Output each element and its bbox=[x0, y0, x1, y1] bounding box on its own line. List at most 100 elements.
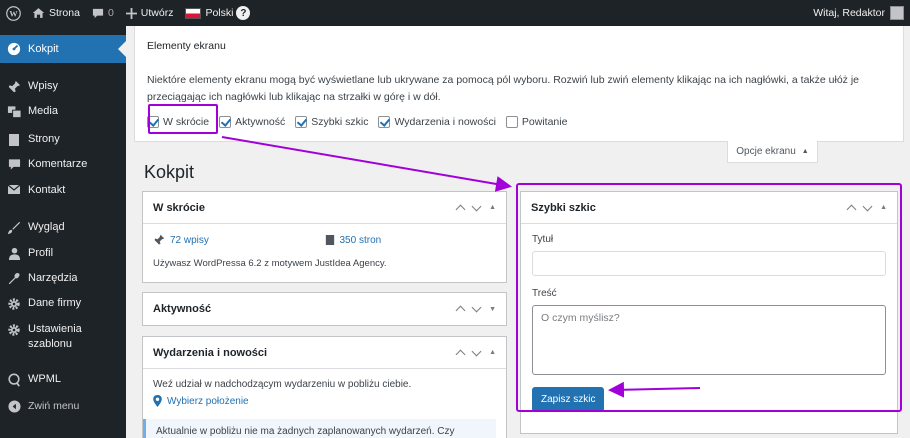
comments-link[interactable]: 0 bbox=[86, 0, 120, 26]
new-content-link[interactable]: Utwórz bbox=[120, 0, 180, 26]
events-note: Aktualnie w pobliżu nie ma żadnych zapla… bbox=[143, 419, 496, 438]
sidebar-item-ustawienia-szablonu[interactable]: Ustawienia szablonu bbox=[0, 322, 126, 352]
admin-bar: W Strona 0 Utwórz Polski ? Witaj, Redakt… bbox=[0, 0, 910, 26]
checkbox-aktywnosc[interactable]: Aktywność bbox=[219, 116, 285, 128]
move-down-icon[interactable] bbox=[471, 346, 482, 356]
screen-options-panel: Elementy ekranu Niektóre elementy ekranu… bbox=[134, 26, 904, 142]
sidebar-item-label: Media bbox=[28, 105, 58, 117]
comment-icon bbox=[0, 157, 28, 171]
sidebar-item-label: Kokpit bbox=[28, 42, 59, 55]
sidebar-item-kontakt[interactable]: Kontakt bbox=[0, 183, 126, 198]
sidebar-item-label: Profil bbox=[28, 247, 54, 259]
wpml-icon bbox=[0, 372, 28, 387]
site-name: Strona bbox=[49, 7, 80, 19]
toggle-panel-icon[interactable]: ▲ bbox=[489, 204, 496, 211]
checkbox-powitanie[interactable]: Powitanie bbox=[505, 116, 568, 128]
pin-icon bbox=[153, 234, 165, 246]
sidebar-item-wpml[interactable]: WPML bbox=[0, 372, 126, 387]
checkbox-box[interactable] bbox=[295, 116, 308, 128]
checkbox-box[interactable] bbox=[147, 116, 159, 128]
sidebar-item-label: Dane firmy bbox=[28, 297, 82, 309]
screen-options-toggle[interactable]: Opcje ekranu ▲ bbox=[727, 141, 818, 163]
sidebar-item-narzedzia[interactable]: Narzędzia bbox=[0, 271, 126, 286]
move-up-icon[interactable] bbox=[846, 204, 857, 214]
content-label: Treść bbox=[532, 288, 557, 299]
toggle-panel-icon[interactable]: ▲ bbox=[880, 204, 887, 211]
avatar bbox=[890, 6, 904, 20]
wrench-icon bbox=[0, 271, 28, 286]
sidebar-item-label: WPML bbox=[28, 373, 61, 385]
media-icon bbox=[0, 104, 28, 119]
widget-header[interactable]: Szybki szkic ▲ bbox=[521, 192, 897, 224]
sidebar-item-label: Narzędzia bbox=[28, 272, 78, 284]
move-down-icon[interactable] bbox=[471, 302, 482, 313]
help-icon[interactable]: ? bbox=[236, 6, 251, 20]
move-down-icon[interactable] bbox=[471, 201, 482, 211]
toggle-panel-icon[interactable]: ▲ bbox=[489, 349, 496, 356]
choose-location-label: Wybierz położenie bbox=[167, 395, 249, 407]
move-up-icon[interactable] bbox=[455, 204, 466, 214]
widget-title: Wydarzenia i nowości bbox=[153, 346, 268, 359]
content-textarea[interactable]: O czym myślisz? bbox=[532, 305, 886, 375]
language-label: Polski bbox=[205, 7, 234, 19]
sidebar-item-komentarze[interactable]: Komentarze bbox=[0, 157, 126, 172]
triangle-up-icon: ▲ bbox=[801, 148, 809, 155]
sidebar-item-label: Zwiń menu bbox=[28, 400, 80, 412]
toggle-panel-icon[interactable]: ▼ bbox=[489, 306, 496, 313]
language-switcher[interactable]: Polski ? bbox=[179, 0, 256, 26]
title-input[interactable] bbox=[532, 251, 886, 276]
move-up-icon[interactable] bbox=[455, 305, 466, 316]
widget-header[interactable]: Aktywność ▼ bbox=[143, 293, 506, 325]
save-draft-button[interactable]: Zapisz szkic bbox=[532, 387, 605, 412]
collapse-icon bbox=[0, 399, 28, 413]
checkbox-w-skrocie[interactable]: W skrócie bbox=[147, 116, 209, 128]
checkbox-label: Powitanie bbox=[521, 116, 568, 128]
sidebar-item-dane-firmy[interactable]: Dane firmy bbox=[0, 296, 126, 311]
sidebar-item-profil[interactable]: Profil bbox=[0, 246, 126, 261]
checkbox-szybki-szkic[interactable]: Szybki szkic bbox=[295, 116, 368, 128]
pin-icon bbox=[0, 79, 28, 94]
widget-header[interactable]: Wydarzenia i nowości ▲ bbox=[143, 337, 506, 369]
comments-count: 0 bbox=[107, 7, 114, 19]
checkbox-box[interactable] bbox=[219, 116, 232, 128]
widget-title: Szybki szkic bbox=[531, 201, 596, 214]
new-content-label: Utwórz bbox=[140, 7, 174, 19]
account-menu[interactable]: Witaj, Redaktor bbox=[807, 0, 910, 26]
checkbox-label: Aktywność bbox=[235, 116, 286, 128]
sidebar-item-label: Wygląd bbox=[28, 221, 65, 233]
pages-count-link[interactable]: 350 stron bbox=[325, 234, 497, 246]
svg-text:W: W bbox=[9, 9, 18, 18]
admin-sidebar: Kokpit Wpisy Media Strony Komentarze Kon… bbox=[0, 26, 126, 438]
user-icon bbox=[0, 246, 28, 260]
main-content: Elementy ekranu Niektóre elementy ekranu… bbox=[126, 26, 910, 438]
sidebar-item-wpisy[interactable]: Wpisy bbox=[0, 79, 126, 94]
sidebar-item-label: Ustawienia szablonu bbox=[28, 323, 82, 350]
posts-count-link[interactable]: 72 wpisy bbox=[153, 234, 325, 246]
screen-options-description: Niektóre elementy ekranu mogą być wyświe… bbox=[147, 74, 860, 103]
checkbox-box[interactable] bbox=[378, 116, 391, 128]
checkbox-box[interactable] bbox=[505, 116, 518, 128]
move-up-icon[interactable] bbox=[455, 349, 466, 359]
move-down-icon[interactable] bbox=[862, 201, 873, 211]
sidebar-item-label: Komentarze bbox=[28, 158, 88, 170]
checkbox-wydarzenia[interactable]: Wydarzenia i nowości bbox=[378, 116, 496, 128]
widget-activity: Aktywność ▼ bbox=[142, 292, 507, 326]
sidebar-item-media[interactable]: Media bbox=[0, 104, 126, 119]
sidebar-item-strony[interactable]: Strony bbox=[0, 132, 126, 147]
sidebar-item-kokpit[interactable]: Kokpit bbox=[0, 35, 126, 63]
checkbox-label: Szybki szkic bbox=[311, 116, 369, 128]
widget-title: W skrócie bbox=[153, 201, 205, 214]
sidebar-item-wyglad[interactable]: Wygląd bbox=[0, 220, 126, 235]
wordpress-logo-icon[interactable]: W bbox=[0, 0, 26, 26]
posts-count: 72 wpisy bbox=[170, 234, 209, 246]
greeting-text: Witaj, Redaktor bbox=[813, 7, 885, 19]
location-pin-icon bbox=[153, 395, 162, 407]
gear-icon bbox=[0, 296, 28, 311]
gear-icon bbox=[0, 322, 28, 337]
widget-at-a-glance: W skrócie ▲ 72 wpisy 350 stron Używasz W… bbox=[142, 191, 507, 283]
site-name-link[interactable]: Strona bbox=[26, 0, 86, 26]
pages-count: 350 stron bbox=[339, 234, 382, 246]
widget-header[interactable]: W skrócie ▲ bbox=[143, 192, 506, 224]
choose-location-link[interactable]: Wybierz położenie bbox=[153, 395, 496, 407]
collapse-menu-button[interactable]: Zwiń menu bbox=[0, 399, 126, 414]
